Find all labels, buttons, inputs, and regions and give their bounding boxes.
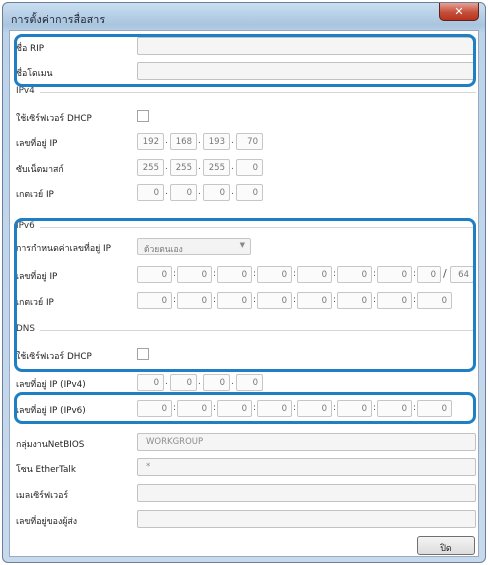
highlight-frame	[14, 392, 476, 424]
dns-ipv4-octet[interactable]: 0	[137, 374, 164, 391]
subnet-mask-octet[interactable]: 255	[203, 159, 230, 176]
ipv4-dhcp-checkbox[interactable]	[137, 110, 149, 122]
title-bar: การตั้งค่าการสื่อสาร ✕	[3, 3, 485, 29]
sender-row: เลขที่อยู่ของผู้ส่ง	[10, 508, 478, 532]
ipv4-ip-octet[interactable]: 193	[203, 133, 230, 150]
netbios-workgroup-input[interactable]: WORKGROUP	[137, 433, 476, 451]
ipv4-gateway-octet[interactable]: 0	[170, 184, 197, 201]
sender-label: เลขที่อยู่ของผู้ส่ง	[16, 517, 78, 527]
ipv4-dhcp-row: ใช้เซิร์ฟเวอร์ DHCP	[10, 105, 478, 129]
settings-dialog: การตั้งค่าการสื่อสาร ✕ ชื่อ RIP ชื่อโดเม…	[2, 2, 486, 563]
dns-ipv4-octet[interactable]: 0	[236, 374, 263, 391]
ipv4-gateway-octet[interactable]: 0	[203, 184, 230, 201]
subnet-mask-label: ซับเน็ตมาสก์	[16, 165, 64, 175]
ipv4-ip-octet[interactable]: 70	[236, 133, 263, 150]
highlight-frame	[14, 218, 476, 372]
netbios-label: กลุ่มงานNetBIOS	[16, 440, 85, 450]
subnet-mask-octet[interactable]: 255	[137, 159, 164, 176]
ethertalk-label: โซน EtherTalk	[16, 465, 76, 475]
ipv4-ip-octet[interactable]: 192	[137, 133, 164, 150]
ipv4-ip-octet[interactable]: 168	[170, 133, 197, 150]
dns-ipv4-octet[interactable]: 0	[203, 374, 230, 391]
sender-address-input[interactable]	[137, 510, 476, 528]
dns-ipv4-label: เลขที่อยู่ IP (IPv4)	[16, 380, 86, 390]
ipv4-section: IPv4	[16, 86, 476, 100]
close-button[interactable]: ปิด	[417, 536, 475, 555]
dns-ipv4-octet[interactable]: 0	[170, 374, 197, 391]
ipv4-ip-row: เลขที่อยู่ IP 192 . 168 . 193 . 70	[10, 130, 478, 154]
window-title: การตั้งค่าการสื่อสาร	[11, 14, 106, 26]
ethertalk-row: โซน EtherTalk *	[10, 456, 478, 480]
ipv4-gateway-row: เกตเวย์ IP 0 . 0 . 0 . 0	[10, 181, 478, 205]
subnet-mask-octet[interactable]: 255	[170, 159, 197, 176]
dialog-body: ชื่อ RIP ชื่อโดเมน IPv4 ใช้เซิร์ฟเวอร์ D…	[9, 30, 479, 557]
subnet-mask-octet[interactable]: 0	[236, 159, 263, 176]
close-icon[interactable]: ✕	[439, 3, 479, 21]
ipv4-section-label: IPv4	[16, 86, 35, 96]
mailserver-row: เมลเซิร์ฟเวอร์	[10, 482, 478, 506]
ipv4-gateway-octet[interactable]: 0	[236, 184, 263, 201]
highlight-frame	[14, 34, 476, 87]
ipv4-gateway-label: เกตเวย์ IP	[16, 190, 54, 200]
ipv4-dhcp-label: ใช้เซิร์ฟเวอร์ DHCP	[16, 114, 92, 124]
netbios-row: กลุ่มงานNetBIOS WORKGROUP	[10, 431, 478, 455]
mail-server-input[interactable]	[137, 484, 476, 502]
ipv4-gateway-octet[interactable]: 0	[137, 184, 164, 201]
ethertalk-zone-input[interactable]: *	[137, 458, 476, 476]
subnet-mask-row: ซับเน็ตมาสก์ 255 . 255 . 255 . 0	[10, 156, 478, 180]
ipv4-ip-label: เลขที่อยู่ IP	[16, 139, 58, 149]
mailserver-label: เมลเซิร์ฟเวอร์	[16, 491, 69, 501]
